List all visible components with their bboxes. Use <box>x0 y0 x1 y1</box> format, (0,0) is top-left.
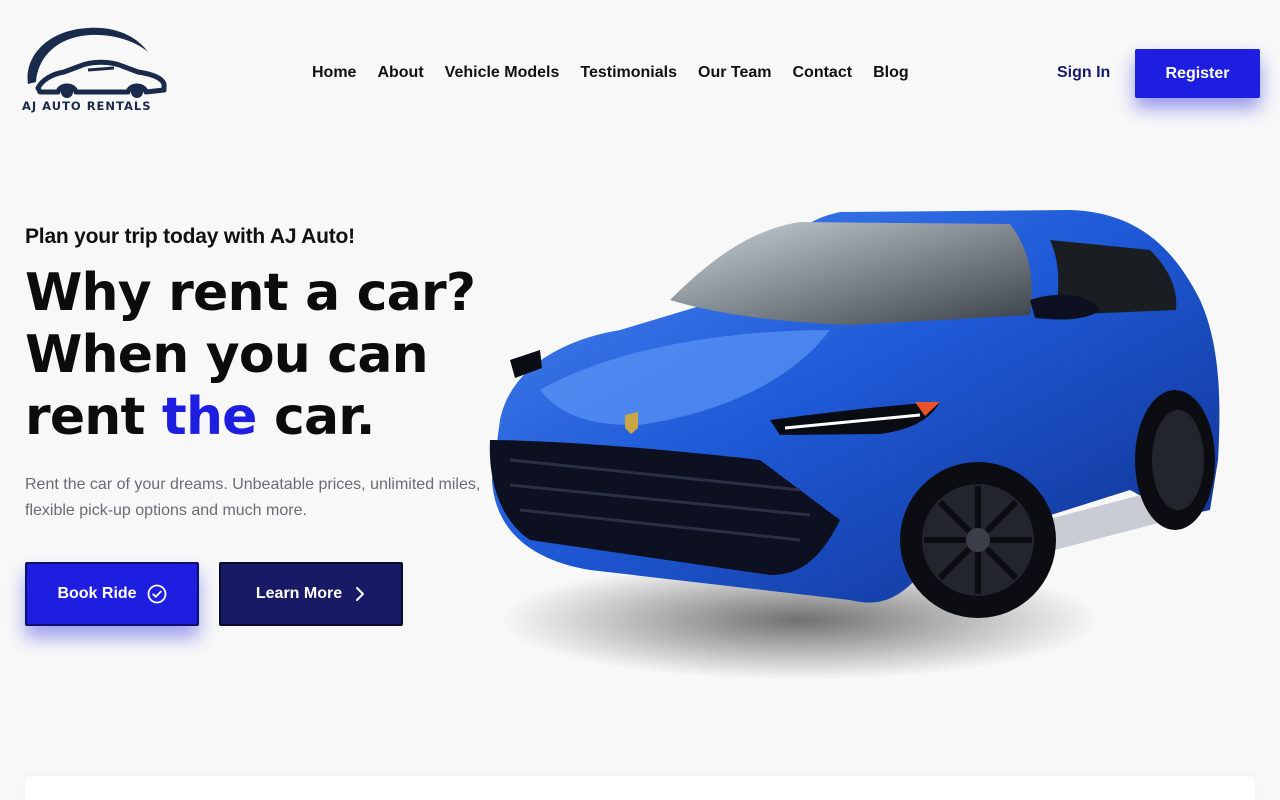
nav-item-testimonials[interactable]: Testimonials <box>580 62 677 86</box>
hero-description: Rent the car of your dreams. Unbeatable … <box>25 476 481 519</box>
hero-title-line-3-post: car. <box>256 387 376 447</box>
hero-kicker: Plan your trip today with AJ Auto! <box>25 225 355 248</box>
sign-in-link[interactable]: Sign In <box>1057 62 1110 84</box>
feature-card <box>25 776 1255 800</box>
nav-item-about[interactable]: About <box>377 62 423 86</box>
nav-item-home[interactable]: Home <box>312 62 356 86</box>
learn-more-button[interactable]: Learn More <box>219 562 403 626</box>
brand-name: AJ AUTO RENTALS <box>22 99 152 113</box>
nav-item-vehicle-models[interactable]: Vehicle Models <box>445 62 560 86</box>
nav-item-contact[interactable]: Contact <box>793 62 853 86</box>
brand-logo[interactable]: AJ AUTO RENTALS <box>18 26 168 116</box>
book-ride-label: Book Ride <box>57 585 137 602</box>
learn-more-label: Learn More <box>255 585 343 602</box>
car-logo-icon <box>27 27 167 98</box>
register-button[interactable]: Register <box>1135 49 1260 98</box>
blue-suv-image <box>470 190 1250 710</box>
hero-title-line-1: Why rent a car? <box>25 263 476 323</box>
chevron-right-icon <box>354 586 366 602</box>
book-ride-button[interactable]: Book Ride <box>25 562 199 626</box>
hero-title: Why rent a car? When you can rent the ca… <box>25 262 495 448</box>
check-circle-icon <box>147 584 167 604</box>
site-header: AJ AUTO RENTALS Home About Vehicle Model… <box>0 0 1280 146</box>
nav-item-our-team[interactable]: Our Team <box>698 62 772 86</box>
hero-title-line-2: When you can <box>25 325 429 385</box>
hero-title-accent: the <box>161 387 258 447</box>
main-nav: Home About Vehicle Models Testimonials O… <box>312 62 909 86</box>
hero-title-line-3-pre: rent <box>25 387 162 447</box>
nav-item-blog[interactable]: Blog <box>873 62 909 86</box>
